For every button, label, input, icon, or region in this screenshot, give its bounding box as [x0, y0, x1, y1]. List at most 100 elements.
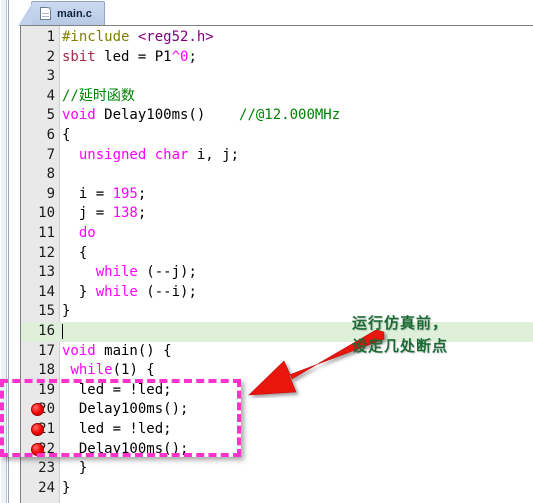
code-line[interactable]: 12 { — [21, 244, 533, 264]
window-left-rail-inner — [1, 0, 7, 503]
editor-frame: 1 #include <reg52.h> 2 sbit led = P1^0; 3 4 //… — [20, 25, 533, 503]
code-line[interactable]: 17 void main() { — [21, 342, 533, 362]
code-token: { — [62, 127, 71, 143]
line-number: 2 — [46, 48, 55, 65]
code-token: while — [95, 283, 138, 300]
code-line-text: led = !led; — [62, 381, 172, 401]
code-token: i, j; — [188, 146, 240, 163]
code-line-text: #include <reg52.h> — [62, 28, 214, 48]
line-number: 9 — [46, 185, 55, 202]
code-line[interactable]: 6{ — [21, 126, 533, 146]
code-editor-window: main.c 1 #include <reg52.h> 2 sbit led = P1… — [0, 0, 533, 503]
tab-strip: main.c — [9, 0, 533, 26]
code-line-text: } — [62, 459, 87, 479]
code-line[interactable]: 9 i = 195; — [21, 185, 533, 205]
code-line[interactable]: 16 — [21, 322, 533, 342]
window-left-rail — [0, 0, 9, 503]
code-token: } — [62, 460, 88, 477]
code-line[interactable]: 20 Delay100ms(); — [21, 400, 533, 420]
code-line[interactable]: 24} — [21, 479, 533, 499]
line-number: 8 — [46, 166, 55, 183]
code-line[interactable]: 13 while (--j); — [21, 263, 533, 283]
code-token: ^ — [171, 48, 181, 65]
line-number: 4 — [46, 87, 55, 104]
code-line[interactable]: 22 Delay100ms(); — [21, 440, 533, 460]
code-line-text: unsigned char i, j; — [62, 146, 239, 166]
code-token: sbit — [62, 48, 96, 65]
code-token: } — [62, 283, 96, 300]
line-number: 13 — [38, 264, 55, 281]
code-line[interactable]: 14 } while (--i); — [21, 283, 533, 303]
line-number: 23 — [38, 460, 55, 477]
code-token: void — [62, 107, 96, 124]
line-number: 10 — [38, 205, 55, 222]
code-line[interactable]: 5 void Delay100ms() //@12.000MHz — [21, 106, 533, 126]
code-line[interactable]: 15} — [21, 302, 533, 322]
document-icon — [40, 7, 51, 20]
code-token: 138 — [112, 205, 138, 222]
code-line-text: } — [62, 302, 70, 322]
code-line-text: Delay100ms(); — [62, 400, 189, 420]
line-number: 14 — [38, 283, 55, 300]
code-token: (--i); — [137, 283, 197, 300]
code-line-text: i = 195; — [62, 185, 146, 205]
code-line-text: while(1) { — [62, 361, 155, 381]
code-token: } — [62, 303, 71, 320]
line-number: 16 — [38, 323, 55, 339]
line-number: 5 — [46, 107, 55, 124]
code-line-text: do — [62, 224, 96, 244]
code-token: (--j); — [137, 264, 197, 281]
text-caret — [62, 324, 63, 339]
line-number: 3 — [46, 68, 55, 85]
code-line[interactable]: 10 j = 138; — [21, 204, 533, 224]
line-number: 7 — [46, 146, 55, 163]
code-token: 195 — [112, 185, 138, 202]
code-token: do — [78, 225, 96, 241]
breakpoint-marker[interactable] — [31, 423, 44, 436]
code-token: Delay100ms(); — [62, 440, 189, 457]
line-number: 12 — [38, 244, 55, 261]
breakpoint-marker[interactable] — [31, 442, 44, 456]
code-line[interactable]: 11 do — [21, 224, 533, 244]
code-line-text: while (--j); — [62, 263, 197, 283]
line-number: 17 — [38, 342, 55, 359]
code-line[interactable]: 3 — [21, 67, 533, 87]
code-line-text: { — [62, 126, 70, 146]
code-token: //延时函数 — [62, 87, 135, 104]
code-token: ; — [137, 205, 147, 222]
code-token: led = !led; — [62, 381, 172, 398]
code-line[interactable]: 18 while(1) { — [21, 361, 533, 381]
code-token: { — [62, 244, 88, 261]
code-token: main() { — [95, 342, 172, 359]
tab-main-c[interactable]: main.c — [18, 1, 105, 26]
code-token: Delay100ms() — [95, 107, 240, 124]
code-token: //@12.000MHz — [239, 107, 341, 124]
code-line[interactable]: 2 sbit led = P1^0; — [21, 48, 533, 68]
code-token: (1) { — [112, 362, 155, 379]
code-area[interactable]: 1 #include <reg52.h> 2 sbit led = P1^0; 3 4 //… — [21, 26, 533, 503]
code-line-text: void Delay100ms() //@12.000MHz — [62, 106, 340, 126]
code-line-text: } while (--i); — [62, 283, 197, 303]
code-line[interactable]: 19 led = !led; — [21, 381, 533, 401]
code-line[interactable]: 4 //延时函数 — [21, 87, 533, 107]
code-line[interactable]: 21 led = !led; — [21, 420, 533, 440]
code-line[interactable]: 8 — [21, 165, 533, 185]
code-line-text: Delay100ms(); — [62, 440, 189, 460]
code-token: ; — [188, 48, 197, 65]
tab-label: main.c — [57, 7, 92, 20]
code-token: } — [62, 479, 71, 496]
code-line-text: led = !led; — [62, 420, 172, 440]
code-line[interactable]: 1 #include <reg52.h> — [21, 28, 533, 48]
code-token: <reg52.h> — [137, 29, 214, 45]
code-line[interactable]: 7 unsigned char i, j; — [21, 146, 533, 166]
line-number: 19 — [38, 381, 55, 398]
code-line[interactable]: 23 } — [21, 459, 533, 479]
line-number: 1 — [46, 29, 55, 45]
code-token: #include — [62, 29, 138, 45]
code-token: while — [70, 362, 113, 379]
line-number: 11 — [38, 225, 55, 241]
code-token: void — [62, 342, 96, 359]
